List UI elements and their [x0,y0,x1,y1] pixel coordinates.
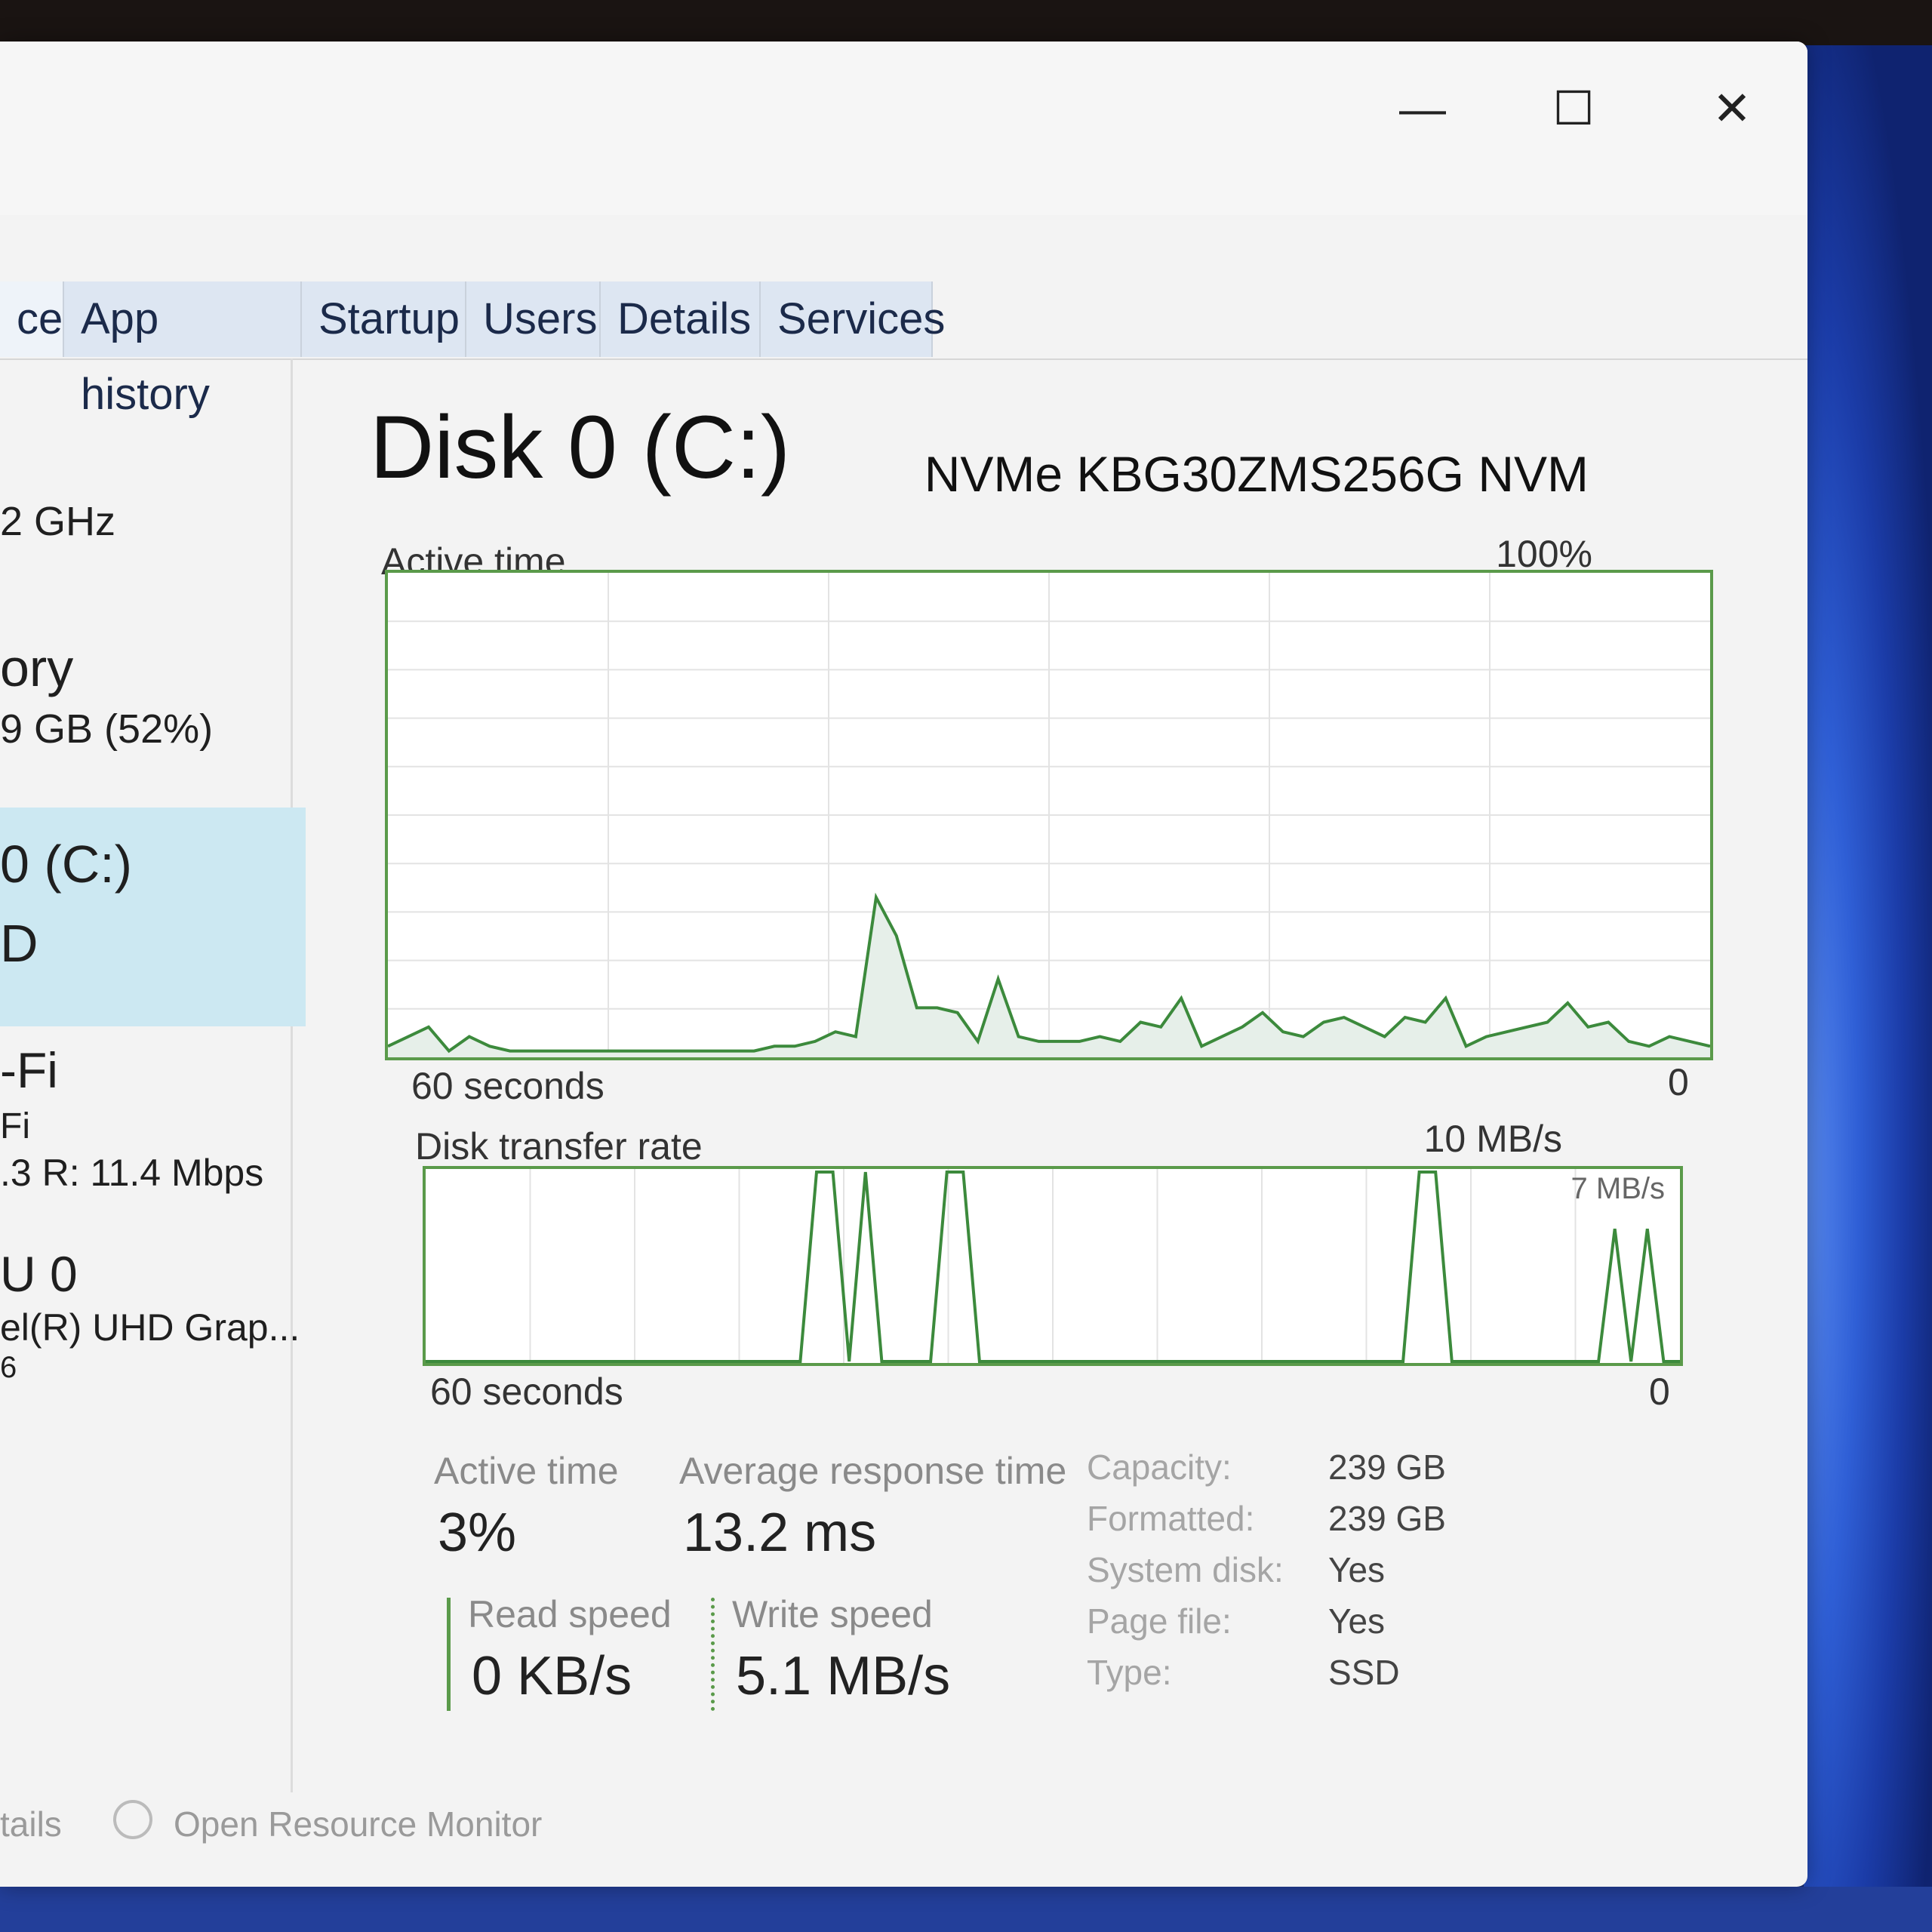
stat-avg-response-label: Average response time [679,1450,1067,1492]
prop-formatted-key: Formatted: [1087,1499,1255,1538]
memory-usage: 9 GB (52%) [0,706,214,752]
prop-type-key: Type: [1087,1653,1172,1692]
active-time-svg [388,573,1710,1057]
wifi-sub: Fi [0,1106,30,1146]
active-time-duration-label: 60 seconds [411,1065,605,1107]
transfer-rate-zero-label: 0 [1649,1371,1670,1413]
desktop-wallpaper-bottom [0,1887,1932,1932]
transfer-rate-max-label: 10 MB/s [1423,1118,1562,1160]
fewer-details-link[interactable]: tails [0,1804,62,1844]
transfer-rate-duration-label: 60 seconds [430,1371,623,1413]
disk-model: NVMe KBG30ZMS256G NVM [924,446,1589,502]
stat-write-speed-value: 5.1 MB/s [736,1646,951,1706]
sidebar-item-memory[interactable]: ory [0,638,73,698]
transfer-rate-mid-label: 7 MB/s [1571,1172,1665,1205]
tab-bar: ce App history Startup Users Details Ser… [0,236,1807,419]
prop-type-value: SSD [1328,1653,1400,1692]
prop-formatted-value: 239 GB [1328,1499,1446,1538]
tab-performance[interactable]: ce [0,281,64,357]
cpu-speed: 2 GHz [0,499,116,544]
stat-write-speed-label: Write speed [732,1593,933,1635]
resource-sidebar: 2 GHz ory 9 GB (52%) 0 (C:) D -Fi Fi .3 … [0,358,306,1792]
stat-read-speed-value: 0 KB/s [472,1646,632,1706]
gpu-name: el(R) UHD Grap... [0,1306,300,1349]
write-speed-marker [711,1598,715,1711]
sidebar-item-wifi[interactable]: -Fi [0,1041,58,1099]
prop-capacity-key: Capacity: [1087,1447,1232,1487]
title-bar: — ☐ ✕ [0,42,1807,215]
disk-title: 0 (C:) [0,835,132,894]
active-time-zero-label: 0 [1668,1061,1689,1103]
disk-heading: Disk 0 (C:) [370,398,791,497]
stat-read-speed-label: Read speed [468,1593,672,1635]
transfer-rate-svg [426,1169,1680,1363]
prop-capacity-value: 239 GB [1328,1447,1446,1487]
wifi-rate: .3 R: 11.4 Mbps [0,1152,264,1194]
transfer-rate-label: Disk transfer rate [415,1125,703,1168]
stat-active-time-value: 3% [438,1503,517,1563]
read-speed-marker [447,1598,451,1711]
prop-system-disk-key: System disk: [1087,1550,1284,1589]
tab-startup[interactable]: Startup [302,281,466,357]
sidebar-item-gpu[interactable]: U 0 [0,1245,78,1303]
gpu-percent: 6 [0,1351,17,1384]
minimize-button[interactable]: — [1389,79,1457,140]
desktop-wallpaper [1804,45,1932,1932]
transfer-rate-graph: 7 MB/s [423,1166,1683,1366]
tab-details[interactable]: Details [601,281,761,357]
active-time-graph [385,570,1713,1060]
resource-monitor-icon [113,1800,152,1839]
tab-app-history[interactable]: App history [64,281,302,419]
stat-avg-response-value: 13.2 ms [683,1503,877,1563]
open-resource-monitor-link[interactable]: Open Resource Monitor [174,1804,542,1844]
close-button[interactable]: ✕ [1698,79,1766,140]
disk-sub: D [0,914,38,973]
maximize-button[interactable]: ☐ [1540,79,1607,140]
stat-active-time-label: Active time [434,1450,619,1492]
prop-page-file-value: Yes [1328,1601,1386,1641]
screen-bezel [0,0,1932,45]
sidebar-item-disk-selected[interactable]: 0 (C:) D [0,808,306,1026]
prop-system-disk-value: Yes [1328,1550,1386,1589]
prop-page-file-key: Page file: [1087,1601,1232,1641]
tab-users[interactable]: Users [466,281,601,357]
task-manager-window: — ☐ ✕ ce App history Startup Users Detai… [0,42,1807,1887]
tab-services[interactable]: Services [761,281,945,357]
